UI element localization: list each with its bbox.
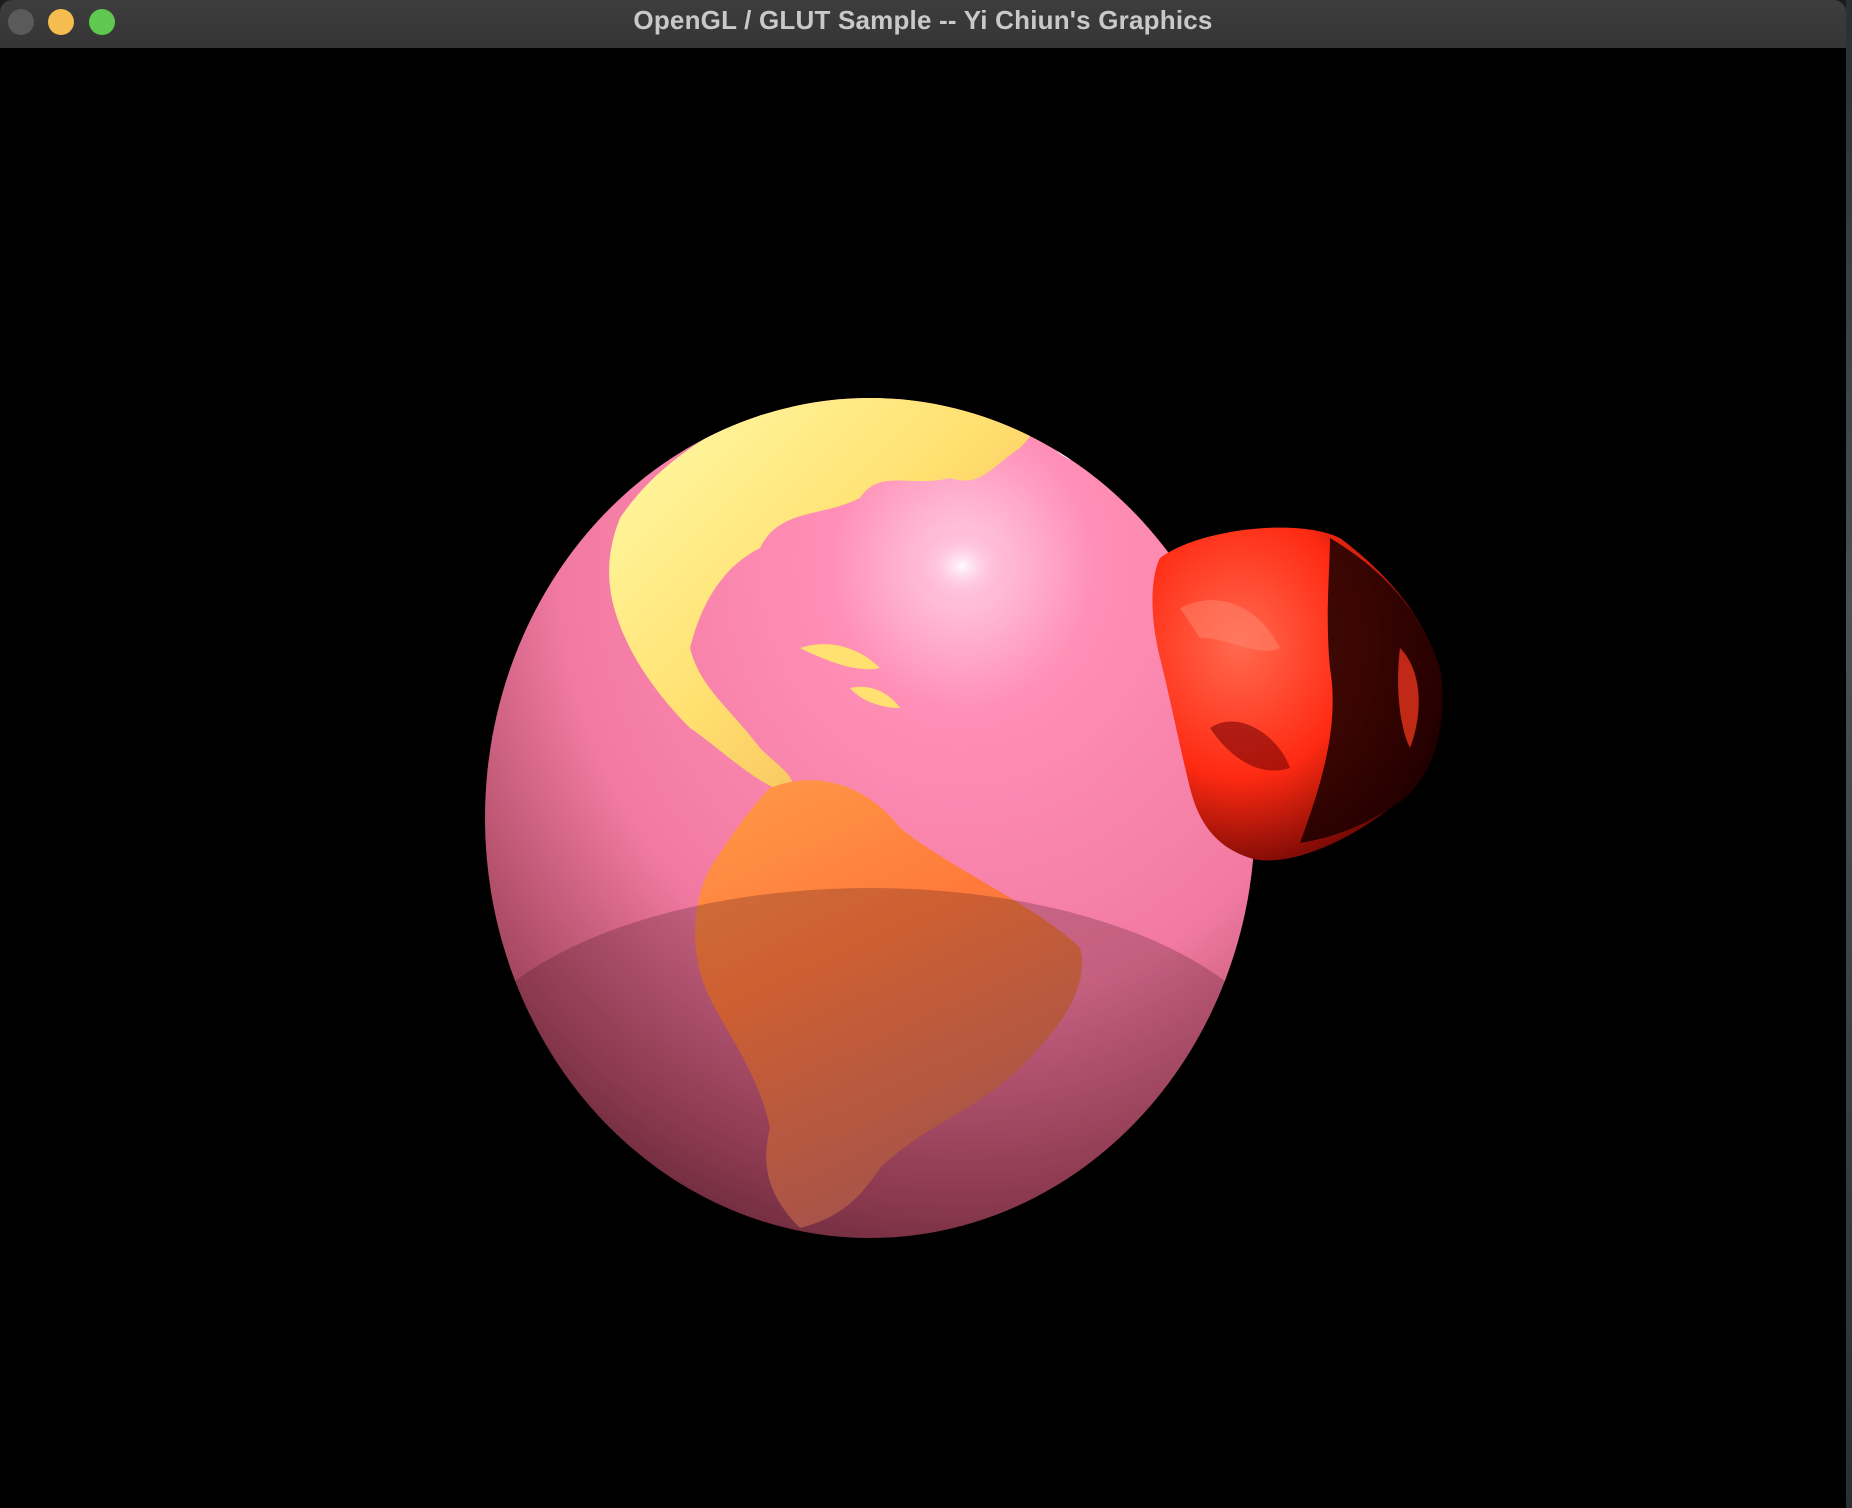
title-bar[interactable]: OpenGL / GLUT Sample -- Yi Chiun's Graph… (0, 0, 1846, 49)
gl-viewport[interactable] (0, 48, 1846, 1508)
window-title: OpenGL / GLUT Sample -- Yi Chiun's Graph… (633, 5, 1213, 35)
app-window: OpenGL / GLUT Sample -- Yi Chiun's Graph… (0, 0, 1846, 1508)
render-canvas (485, 398, 1443, 1238)
earth-sphere (485, 398, 1255, 1238)
desktop-edge (1846, 0, 1852, 1508)
